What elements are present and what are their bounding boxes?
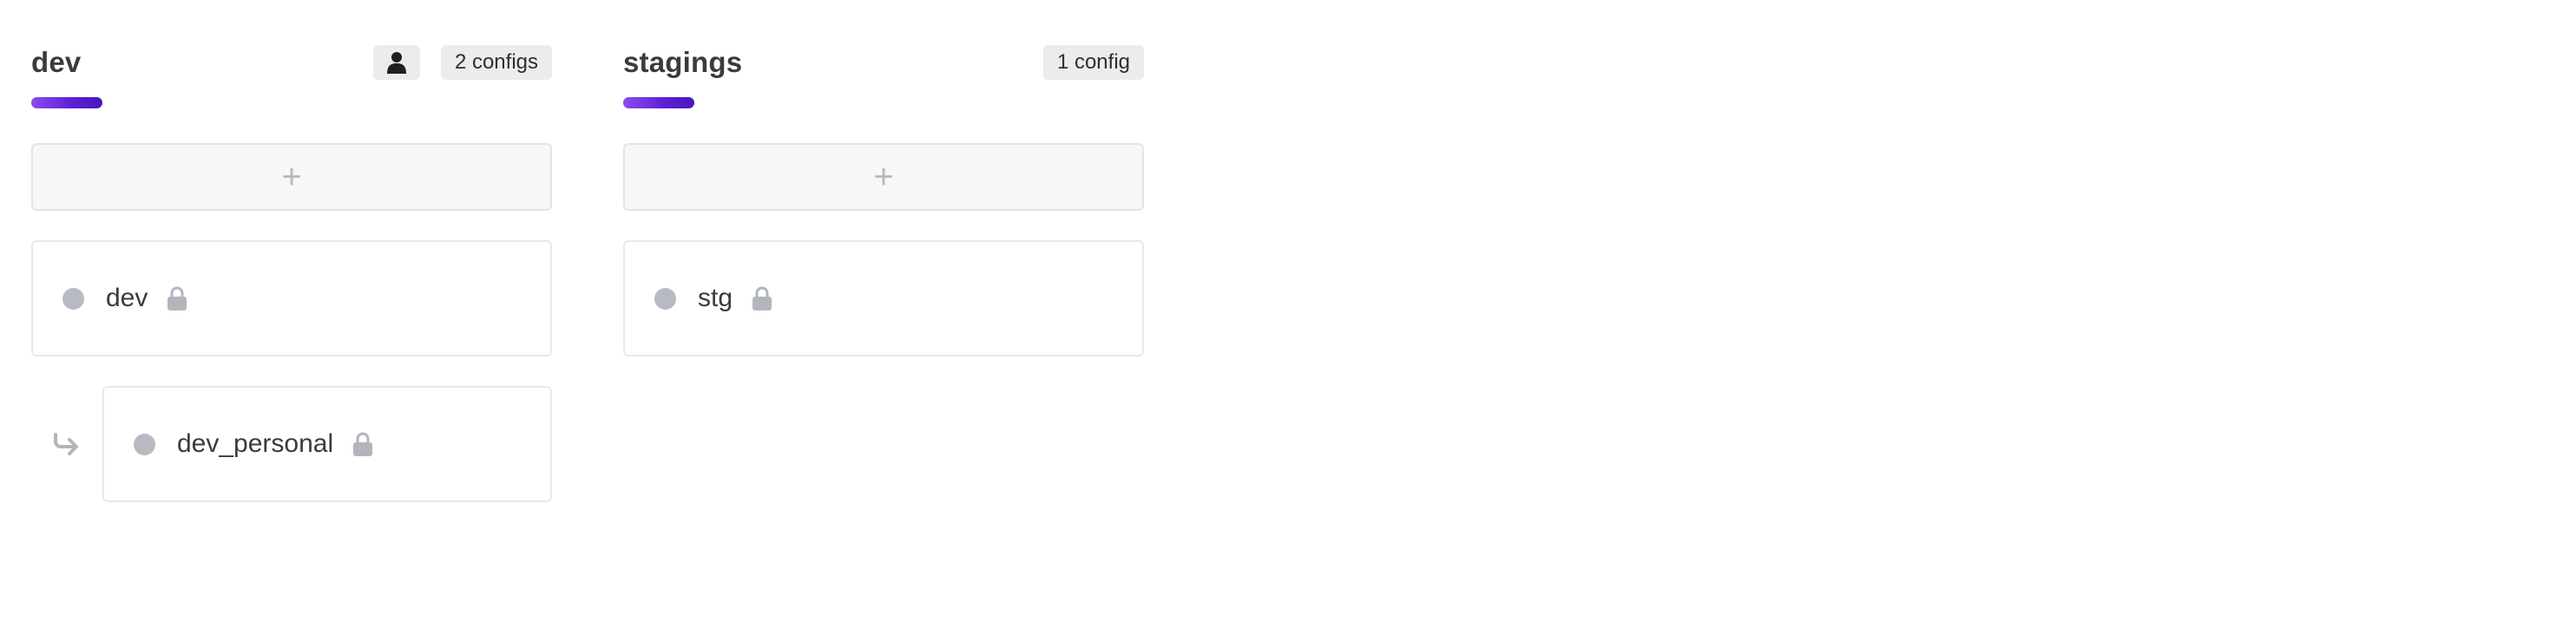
header-badges: 2 configs (372, 45, 552, 80)
add-config-button[interactable]: + (623, 143, 1144, 211)
column-header: dev 2 configs (31, 42, 552, 83)
plus-icon: + (873, 158, 894, 196)
branched-config-row: dev_personal (31, 386, 552, 502)
config-card-dev[interactable]: dev (31, 240, 552, 356)
lock-icon (752, 286, 772, 310)
environment-column-dev: dev 2 configs + dev dev_personal (31, 42, 552, 502)
add-config-button[interactable]: + (31, 143, 552, 211)
column-accent-bar (31, 97, 102, 108)
column-accent-bar (623, 97, 694, 108)
environment-column-stagings: stagings 1 config + stg (623, 42, 1144, 502)
environments-board: dev 2 configs + dev dev_personal staging… (31, 42, 1144, 502)
config-count-badge: 2 configs (440, 45, 552, 80)
branch-arrow-icon (31, 433, 102, 455)
config-card-dev-personal[interactable]: dev_personal (102, 386, 552, 502)
lock-icon (352, 432, 373, 456)
config-name: dev (106, 284, 148, 312)
lock-icon (167, 286, 187, 310)
column-header: stagings 1 config (623, 42, 1144, 83)
user-icon (386, 52, 406, 74)
personal-config-badge[interactable] (372, 45, 420, 80)
status-dot (134, 433, 155, 455)
config-card-stg[interactable]: stg (623, 240, 1144, 356)
config-name: dev_personal (177, 429, 334, 458)
config-name: stg (698, 284, 733, 312)
status-dot (654, 287, 676, 310)
column-title: dev (31, 46, 82, 78)
status-dot (62, 287, 84, 310)
config-count-badge: 1 config (1042, 45, 1144, 80)
header-badges: 1 config (1042, 45, 1144, 80)
column-title: stagings (623, 46, 743, 78)
plus-icon: + (281, 158, 302, 196)
